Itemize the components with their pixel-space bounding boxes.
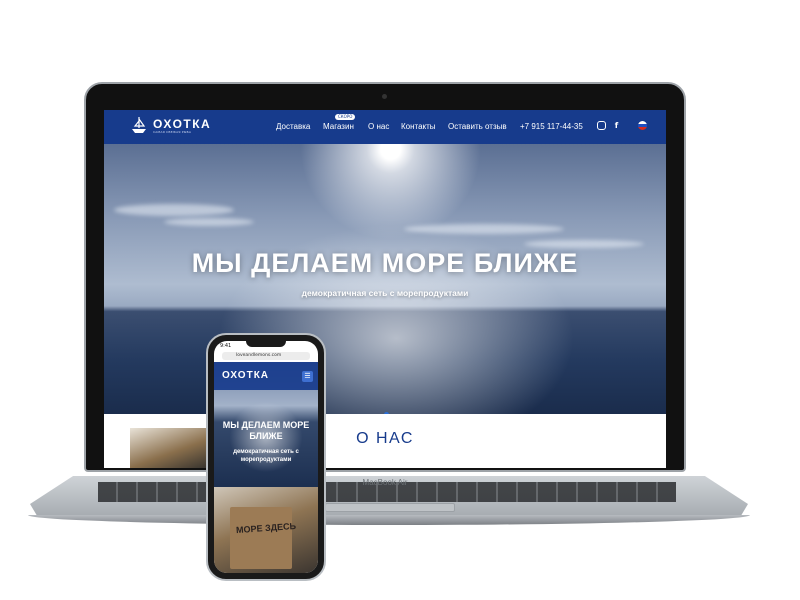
about-section: О НАС <box>104 414 666 468</box>
hero-title: МЫ ДЕЛАЕМ МОРЕ БЛИЖЕ <box>191 248 579 278</box>
phone-url-bar[interactable]: loveandlemons.com <box>222 352 310 360</box>
cloud <box>164 218 254 226</box>
hero-subtitle: демократичная сеть с морепродуктами <box>301 288 469 298</box>
nav-about[interactable]: О нас <box>368 122 389 131</box>
menu-icon[interactable]: ☰ <box>302 371 313 382</box>
url-text: loveandlemons.com <box>236 353 282 358</box>
camera-icon <box>382 94 387 99</box>
nav-contacts[interactable]: Контакты <box>401 122 436 131</box>
laptop-screen: МЫ ДЕЛАЕМ МОРЕ БЛИЖЕ демократичная сеть … <box>104 110 666 468</box>
language-flag-icon[interactable] <box>638 121 647 130</box>
cloud <box>404 224 564 234</box>
model-label: MacBook Air <box>362 478 408 487</box>
phone-hero-subtitle: демократичная сеть с морепродуктами <box>233 449 299 463</box>
ship-icon <box>132 117 146 133</box>
facebook-icon[interactable]: f <box>612 121 621 130</box>
phone-logo[interactable]: ОХОТКА <box>222 370 269 381</box>
cloud <box>114 204 234 216</box>
instagram-icon[interactable] <box>597 121 606 130</box>
soon-badge: СКОРО <box>335 114 356 120</box>
phone-bag-image: МОРЕ ЗДЕСЬ <box>214 487 318 573</box>
about-title: О НАС <box>356 430 414 447</box>
paper-bag <box>230 507 292 569</box>
laptop-base-edge <box>28 515 750 525</box>
logo-text: ОХОТКА <box>153 117 212 131</box>
nav-shop[interactable]: Магазин <box>323 122 354 131</box>
site-logo[interactable]: ОХОТКА САМАЯ СВЕЖАЯ РЫБА <box>130 116 211 136</box>
site-header: ОХОТКА САМАЯ СВЕЖАЯ РЫБА Доставка СКОРО … <box>104 110 666 144</box>
nav-delivery[interactable]: Доставка <box>276 122 310 131</box>
cloud <box>524 240 644 248</box>
device-mockup: МЫ ДЕЛАЕМ МОРЕ БЛИЖЕ демократичная сеть … <box>0 0 800 600</box>
phone-screen: 9:41 МЫ ДЕЛАЕМ МОРЕ БЛИЖЕ демократичная … <box>214 341 318 573</box>
trackpad <box>325 503 455 512</box>
phone-number[interactable]: +7 915 117-44-35 <box>520 122 583 131</box>
phone-header: ОХОТКА ☰ <box>214 362 318 390</box>
hero-banner: МЫ ДЕЛАЕМ МОРЕ БЛИЖЕ демократичная сеть … <box>104 144 666 417</box>
phone-notch <box>246 339 286 347</box>
phone-hero-title: МЫ ДЕЛАЕМ МОРЕ БЛИЖЕ <box>222 420 310 441</box>
nav-review[interactable]: Оставить отзыв <box>448 122 507 131</box>
